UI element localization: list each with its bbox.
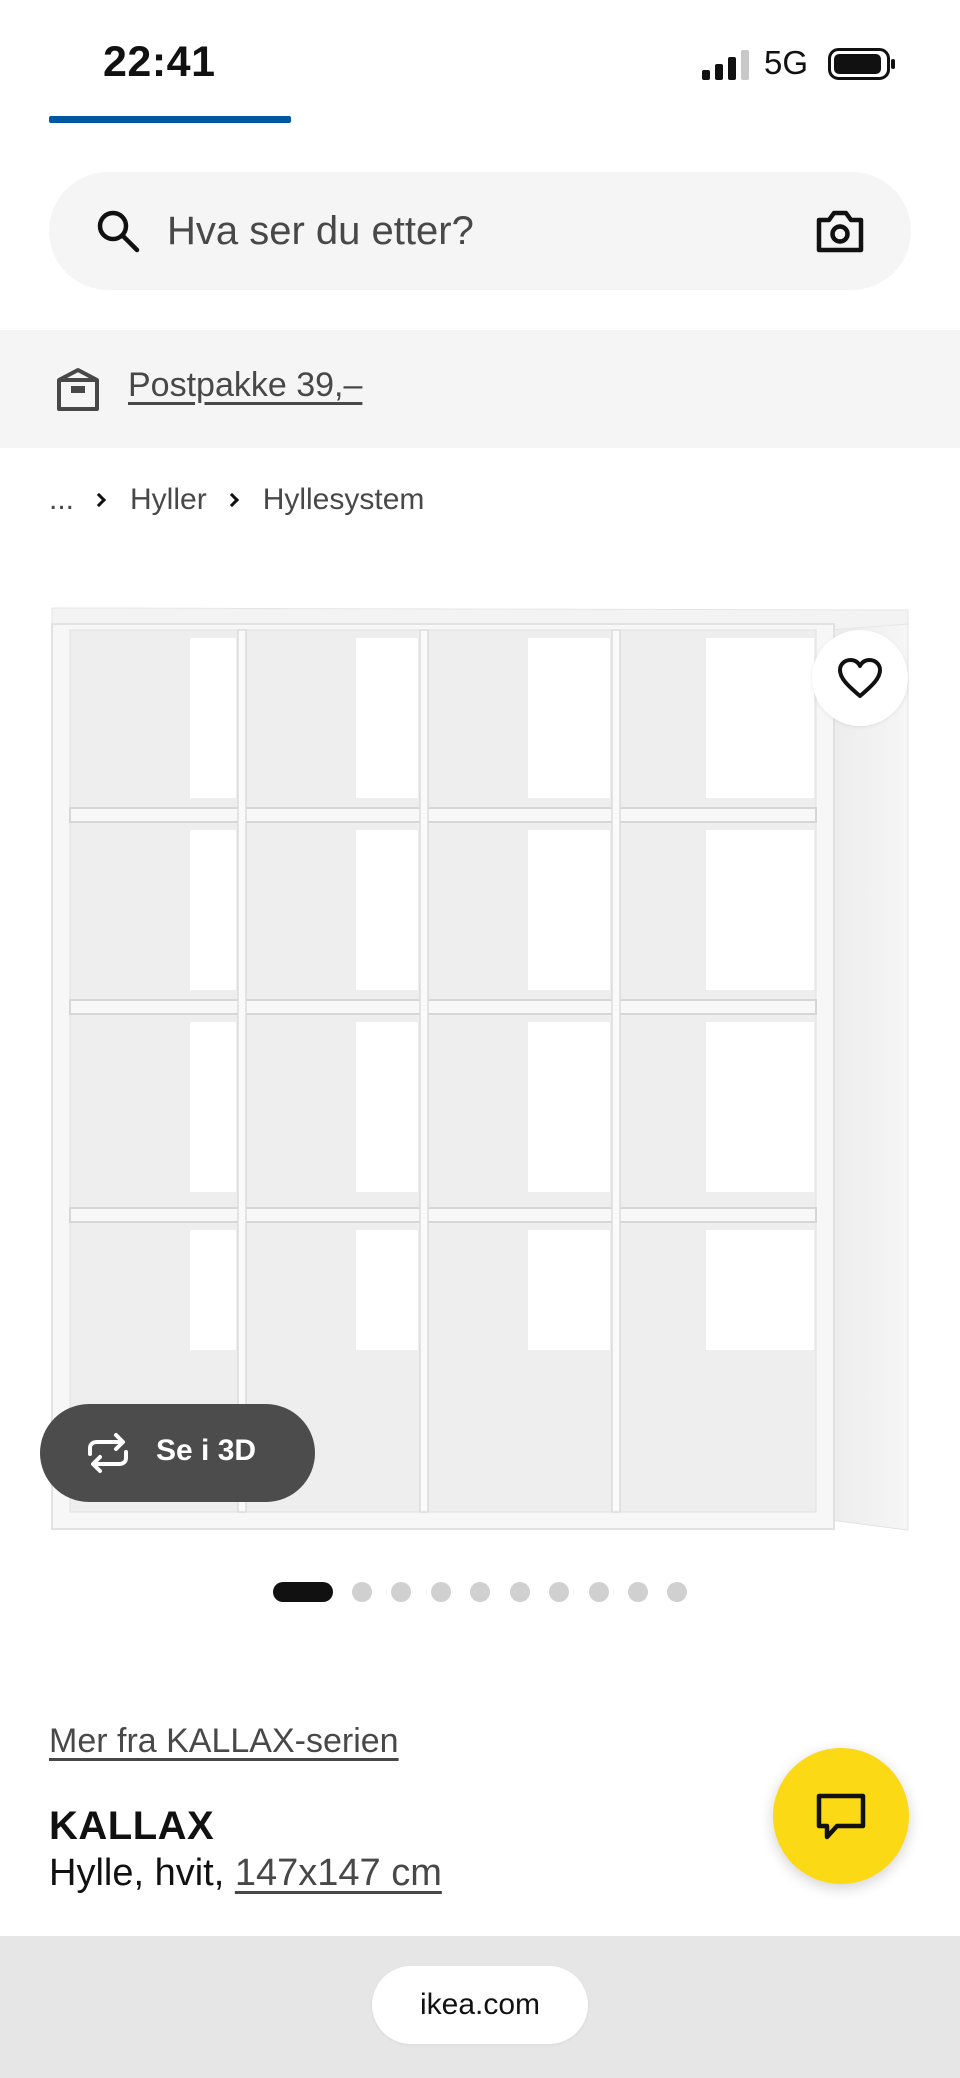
product-description: Hylle, hvit, 147x147 cm (49, 1852, 442, 1895)
search-input[interactable] (167, 172, 727, 290)
network-type: 5G (764, 44, 809, 81)
carousel-dot[interactable] (352, 1582, 372, 1602)
browser-bar: ikea.com (0, 1936, 960, 2078)
breadcrumb-ellipsis[interactable]: ... (49, 483, 74, 517)
carousel-indicator (0, 1580, 960, 1602)
camera-icon[interactable] (815, 208, 865, 254)
status-bar: 22:41 5G (0, 0, 960, 118)
carousel-dot[interactable] (549, 1582, 569, 1602)
carousel-dot-active[interactable] (273, 1582, 333, 1602)
heart-icon (838, 658, 882, 698)
search-icon (97, 210, 140, 253)
address-bar[interactable]: ikea.com (372, 1966, 588, 2044)
carousel-dot[interactable] (431, 1582, 451, 1602)
rotate-3d-icon (88, 1433, 128, 1473)
chevron-right-icon (224, 492, 239, 508)
product-description-text: Hylle, hvit, (49, 1852, 225, 1894)
box-icon (57, 368, 99, 411)
carousel-dot[interactable] (470, 1582, 490, 1602)
battery-icon (828, 48, 895, 80)
favorite-button[interactable] (812, 630, 908, 726)
shipping-banner: Postpakke 39,– (0, 330, 960, 448)
chat-icon (816, 1793, 866, 1840)
signal-icon (702, 50, 749, 80)
search-bar[interactable] (49, 172, 911, 290)
carousel-dot[interactable] (391, 1582, 411, 1602)
product-name: KALLAX (49, 1804, 215, 1848)
breadcrumb: ... Hyller Hyllesystem (49, 480, 424, 520)
carousel-dot[interactable] (510, 1582, 530, 1602)
carousel-dot[interactable] (628, 1582, 648, 1602)
status-time: 22:41 (103, 38, 216, 86)
carousel-dot[interactable] (589, 1582, 609, 1602)
breadcrumb-item-hyller[interactable]: Hyller (130, 483, 207, 517)
postpakke-link[interactable]: Postpakke 39,– (128, 366, 362, 405)
page-load-progress (49, 116, 291, 123)
product-size-link[interactable]: 147x147 cm (235, 1852, 442, 1894)
chevron-right-icon (91, 492, 107, 508)
series-link[interactable]: Mer fra KALLAX-serien (49, 1722, 399, 1761)
view-3d-label: Se i 3D (156, 1434, 257, 1467)
carousel-dot[interactable] (667, 1582, 687, 1602)
chat-button[interactable] (773, 1748, 909, 1884)
view-3d-button[interactable]: Se i 3D (40, 1404, 315, 1502)
breadcrumb-item-hyllesystem[interactable]: Hyllesystem (263, 483, 425, 517)
